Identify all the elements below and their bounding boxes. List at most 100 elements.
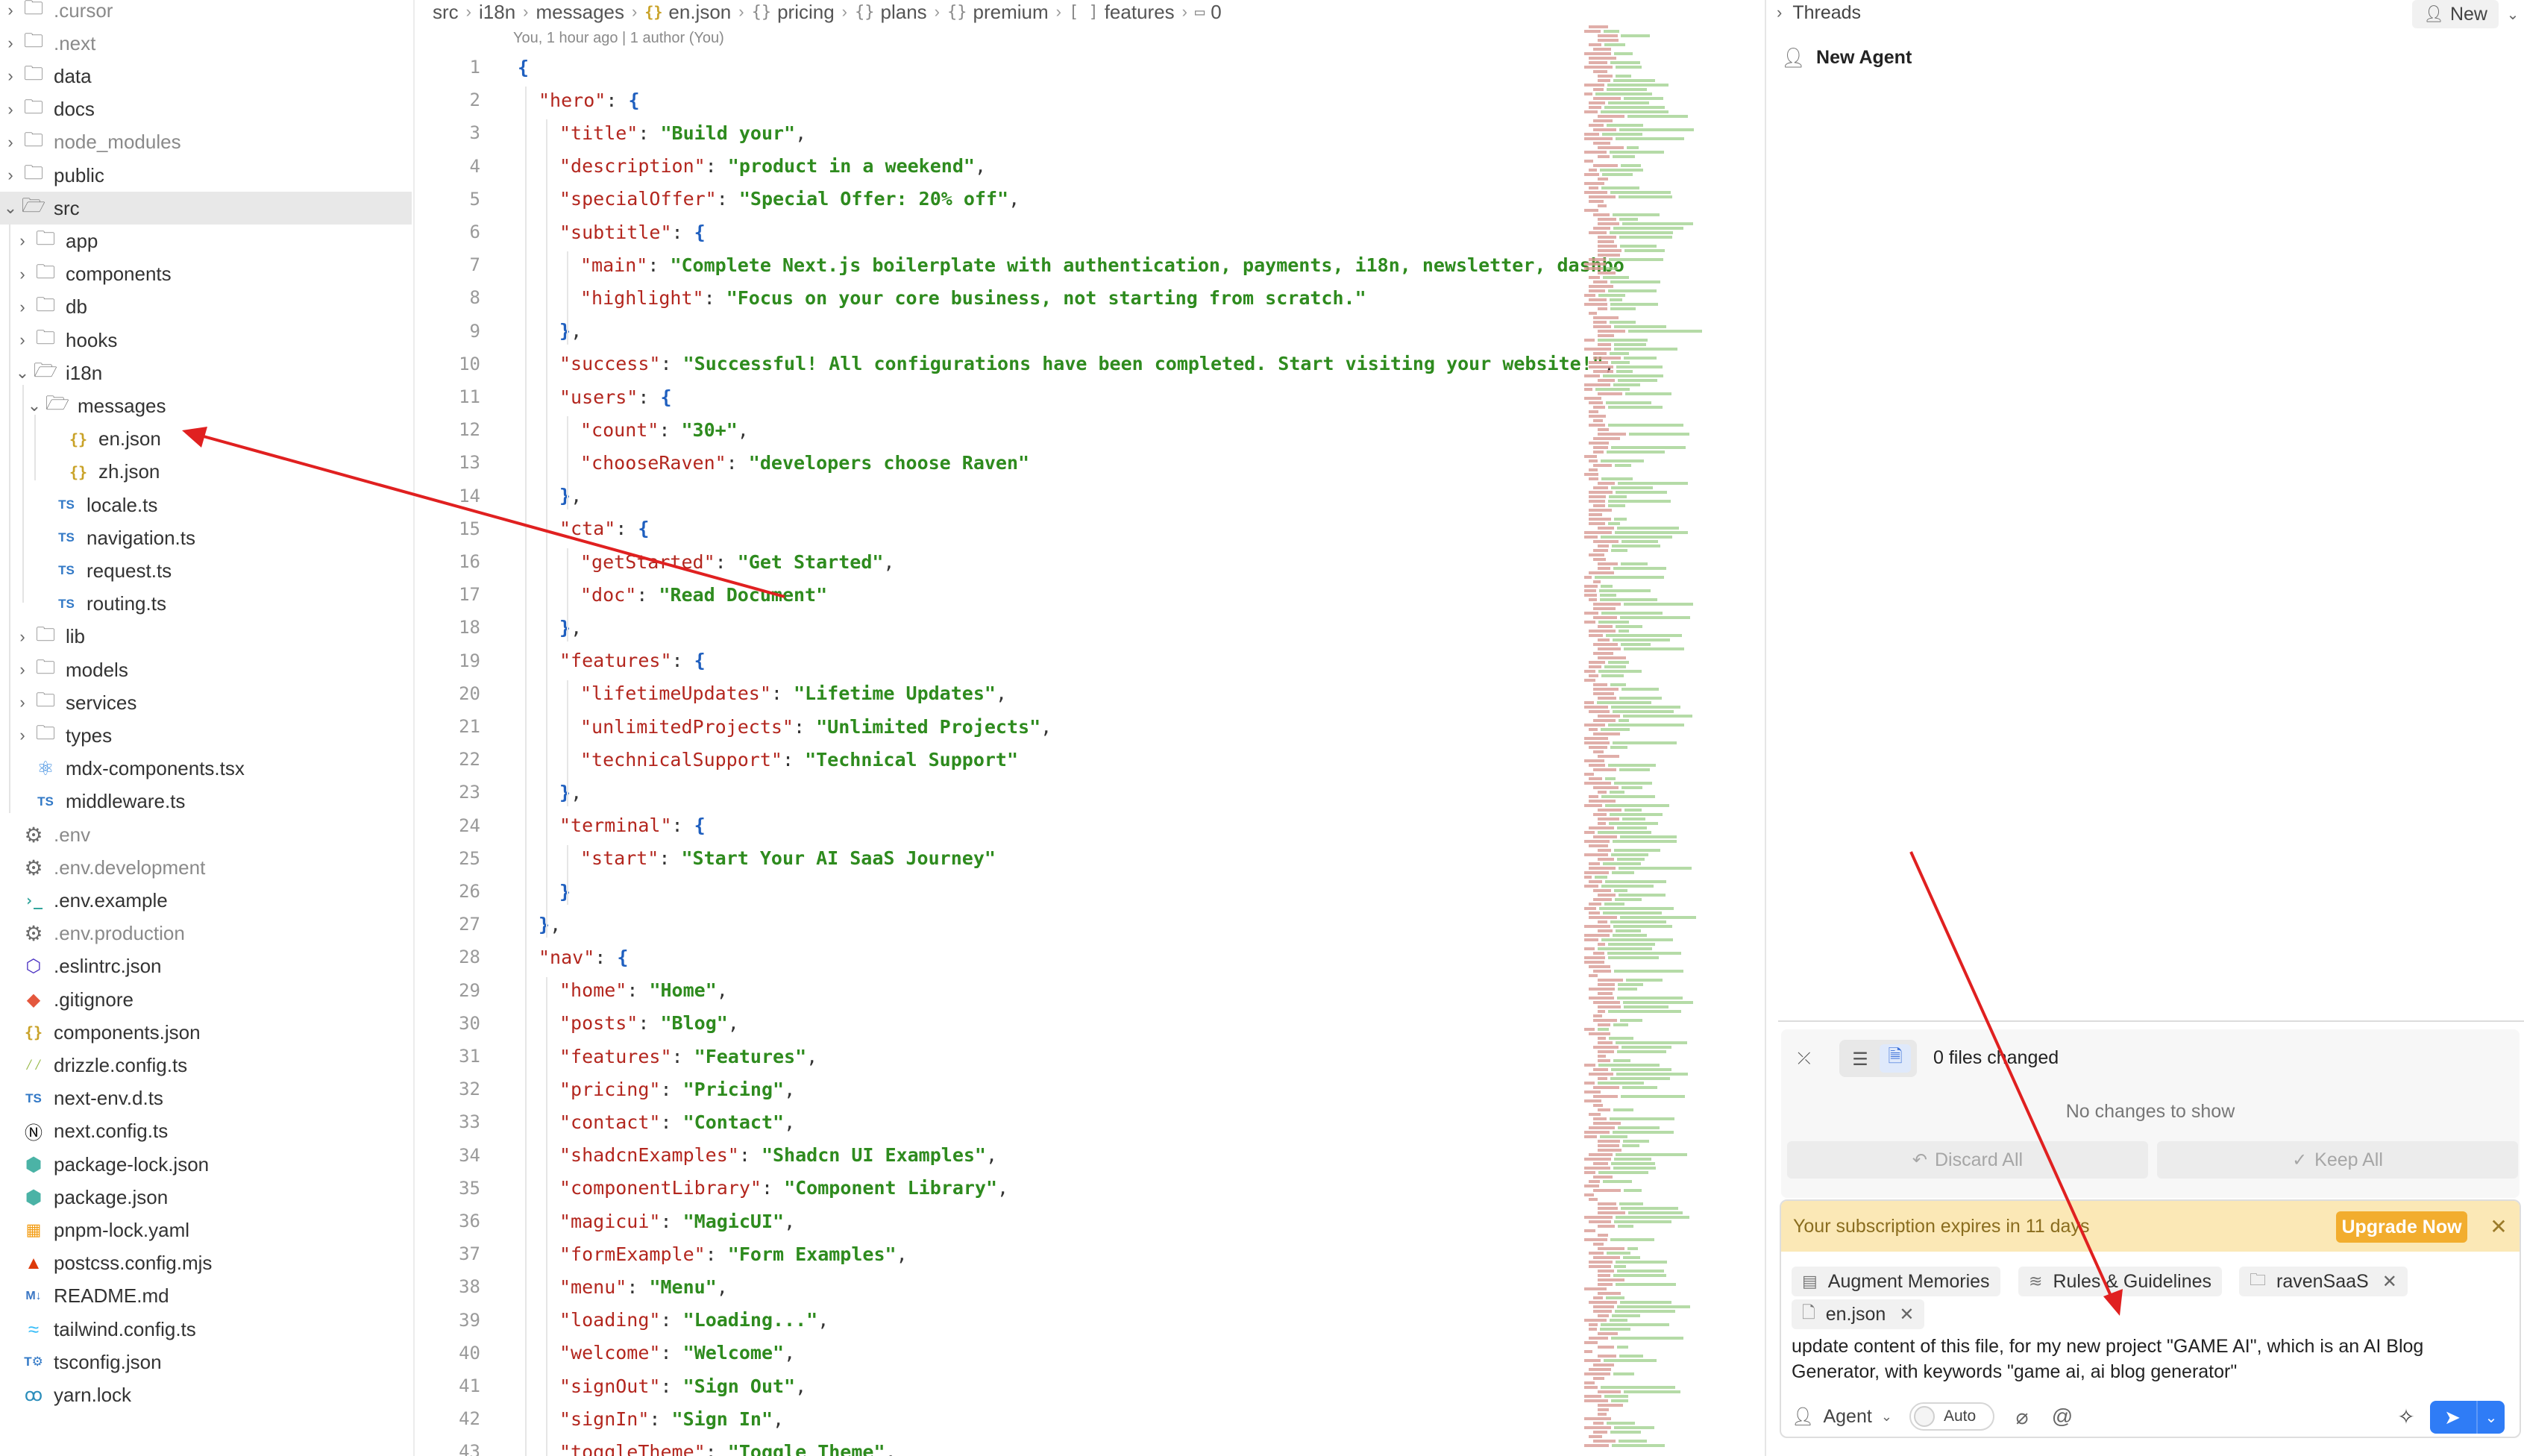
code-line[interactable]: 27},: [415, 908, 1578, 941]
explorer-item[interactable]: ⚙ .env.production: [0, 917, 412, 950]
chevron-right-icon[interactable]: ›: [0, 66, 21, 86]
explorer-item[interactable]: › 🗀︎ lib: [0, 621, 412, 653]
explorer-item[interactable]: TS navigation.ts: [0, 521, 412, 554]
chevron-right-icon[interactable]: ›: [12, 330, 33, 350]
explorer-item[interactable]: M↓ README.md: [0, 1280, 412, 1313]
chevron-right-icon[interactable]: ›: [12, 693, 33, 712]
code-line[interactable]: 24 "terminal": {: [415, 809, 1578, 842]
explorer-item[interactable]: › 🗀︎ .next: [0, 27, 412, 60]
explorer-item[interactable]: › 🗀︎ types: [0, 719, 412, 752]
chevron-right-icon[interactable]: ›: [12, 660, 33, 680]
code-line[interactable]: 17 "doc": "Read Document": [415, 578, 1578, 611]
code-line[interactable]: 16 "getStarted": "Get Started",: [415, 545, 1578, 578]
explorer-item[interactable]: ⬡ .eslintrc.json: [0, 950, 412, 983]
close-icon[interactable]: ✕: [2382, 1271, 2397, 1293]
explorer-item[interactable]: T⚙ tsconfig.json: [0, 1346, 412, 1378]
code-line[interactable]: 4 "description": "product in a weekend",: [415, 150, 1578, 183]
breadcrumb-item-plans[interactable]: plans: [881, 1, 927, 24]
explorer-item[interactable]: ⌄ 🗁︎ messages: [0, 389, 412, 422]
code-line[interactable]: 7 "main": "Complete Next.js boilerplate w…: [415, 248, 1624, 281]
explorer-item[interactable]: › 🗀︎ node_modules: [0, 126, 412, 159]
explorer-item[interactable]: ◆ .gitignore: [0, 983, 412, 1016]
chevron-right-icon[interactable]: ›: [12, 627, 33, 647]
breadcrumb-item-index[interactable]: 0: [1211, 1, 1221, 24]
explorer-item[interactable]: Ⓝnext.config.ts: [0, 1115, 412, 1148]
chevron-down-icon[interactable]: ⌄: [24, 396, 45, 415]
code-line[interactable]: 22 "technicalSupport": "Technical Support…: [415, 743, 1578, 776]
chevron-right-icon[interactable]: ›: [0, 133, 21, 152]
code-line[interactable]: 5 "specialOffer": "Special Offer: 20% off…: [415, 183, 1578, 216]
code-line[interactable]: 2 "hero": {: [415, 84, 1578, 116]
explorer-item[interactable]: › 🗀︎ components: [0, 258, 412, 291]
repository-chip[interactable]: 🗀︎ ravenSaaS ✕: [2239, 1267, 2408, 1296]
explorer-item[interactable]: › 🗀︎ .cursor: [0, 0, 412, 27]
explorer-item[interactable]: {} zh.json: [0, 456, 412, 489]
sparkle-icon[interactable]: ✧: [2391, 1402, 2421, 1431]
explorer-item[interactable]: ⌄ 🗁︎ i18n: [0, 357, 412, 389]
explorer-item[interactable]: {} components.json: [0, 1016, 412, 1049]
checklist-icon[interactable]: ☰: [1845, 1047, 1875, 1071]
code-line[interactable]: 1{: [415, 51, 1578, 84]
explorer-item[interactable]: ⚙ .env: [0, 818, 412, 851]
upgrade-now-button[interactable]: Upgrade Now: [2336, 1211, 2467, 1243]
code-line[interactable]: 43 "toggleTheme": "Toggle Theme",: [415, 1435, 1578, 1456]
code-line[interactable]: 38 "menu": "Menu",: [415, 1270, 1578, 1303]
chevron-right-icon[interactable]: ›: [0, 100, 21, 119]
breadcrumb-item-messages[interactable]: messages: [536, 1, 624, 24]
explorer-item[interactable]: › 🗀︎ models: [0, 653, 412, 686]
code-line[interactable]: 37 "formExample": "Form Examples",: [415, 1237, 1578, 1270]
minimap[interactable]: [1581, 22, 1730, 1456]
explorer-item[interactable]: ⬢ package.json: [0, 1181, 412, 1214]
chevron-right-icon[interactable]: ›: [0, 166, 21, 185]
auto-toggle[interactable]: Auto: [1909, 1402, 1994, 1431]
code-line[interactable]: 32 "pricing": "Pricing",: [415, 1073, 1578, 1105]
code-line[interactable]: 40 "welcome": "Welcome",: [415, 1337, 1578, 1369]
explorer-item[interactable]: › 🗀︎ hooks: [0, 324, 412, 357]
code-line[interactable]: 39 "loading": "Loading...",: [415, 1304, 1578, 1337]
code-line[interactable]: 14},: [415, 480, 1578, 512]
code-line[interactable]: 9},: [415, 315, 1578, 348]
chevron-down-icon[interactable]: ⌄: [0, 198, 21, 218]
augment-memories-chip[interactable]: ▤ Augment Memories: [1792, 1267, 2000, 1296]
explorer-item[interactable]: ▲ postcss.config.mjs: [0, 1247, 412, 1280]
new-thread-dropdown-button[interactable]: ⌄: [2502, 0, 2524, 28]
paperclip-icon[interactable]: ⌀: [2008, 1402, 2036, 1431]
code-line[interactable]: 29 "home": "Home",: [415, 974, 1578, 1007]
code-line[interactable]: 12 "count": "30+",: [415, 413, 1578, 446]
code-line[interactable]: 23},: [415, 776, 1578, 809]
code-line[interactable]: 41 "signOut": "Sign Out",: [415, 1369, 1578, 1402]
code-line[interactable]: 25 "start": "Start Your AI SaaS Journey": [415, 842, 1578, 875]
at-mention-icon[interactable]: @: [2048, 1402, 2076, 1431]
explorer-item[interactable]: › 🗀︎ db: [0, 291, 412, 324]
git-blame-info[interactable]: You, 1 hour ago | 1 author (You): [513, 30, 724, 47]
code-line[interactable]: 34 "shadcnExamples": "Shadcn UI Examples"…: [415, 1139, 1578, 1172]
code-line[interactable]: 42 "signIn": "Sign In",: [415, 1402, 1578, 1435]
breadcrumb-item-premium[interactable]: premium: [973, 1, 1048, 24]
code-line[interactable]: 19 "features": {: [415, 644, 1578, 677]
explorer-item[interactable]: ⚙ .env.development: [0, 851, 412, 884]
code-line[interactable]: 31 "features": "Features",: [415, 1040, 1578, 1073]
chevron-right-icon[interactable]: ›: [12, 298, 33, 317]
send-options-chevron-icon[interactable]: ⌄: [2476, 1401, 2505, 1434]
code-line[interactable]: 15 "cta": {: [415, 512, 1578, 545]
agent-mode-select[interactable]: 👤︎ Agent ⌄: [1792, 1402, 1892, 1431]
threads-header[interactable]: › Threads: [1777, 0, 1861, 25]
explorer-item[interactable]: › 🗀︎ app: [0, 225, 412, 257]
code-line[interactable]: 36 "magicui": "MagicUI",: [415, 1205, 1578, 1237]
chevron-right-icon[interactable]: ›: [12, 726, 33, 745]
explorer-item[interactable]: › 🗀︎ services: [0, 686, 412, 719]
code-line[interactable]: 28 "nav": {: [415, 941, 1578, 973]
file-diff-icon[interactable]: 🗎︎: [1880, 1044, 1911, 1073]
code-line[interactable]: 11 "users": {: [415, 380, 1578, 413]
breadcrumb-item-i18n[interactable]: i18n: [479, 1, 515, 24]
explorer-item[interactable]: › 🗀︎ docs: [0, 93, 412, 126]
new-thread-button[interactable]: 👤︎ New: [2412, 0, 2499, 28]
explorer-item[interactable]: ▦ pnpm-lock.yaml: [0, 1214, 412, 1246]
breadcrumb-item-pricing[interactable]: pricing: [777, 1, 835, 24]
breadcrumb-item-file[interactable]: en.json: [668, 1, 731, 24]
code-line[interactable]: 20 "lifetimeUpdates": "Lifetime Updates",: [415, 677, 1578, 710]
explorer-item[interactable]: ⌄ 🗁︎ src: [0, 192, 412, 225]
code-line[interactable]: 6 "subtitle": {: [415, 216, 1578, 248]
chevron-right-icon[interactable]: ›: [12, 231, 33, 251]
explorer-item[interactable]: TS routing.ts: [0, 588, 412, 621]
